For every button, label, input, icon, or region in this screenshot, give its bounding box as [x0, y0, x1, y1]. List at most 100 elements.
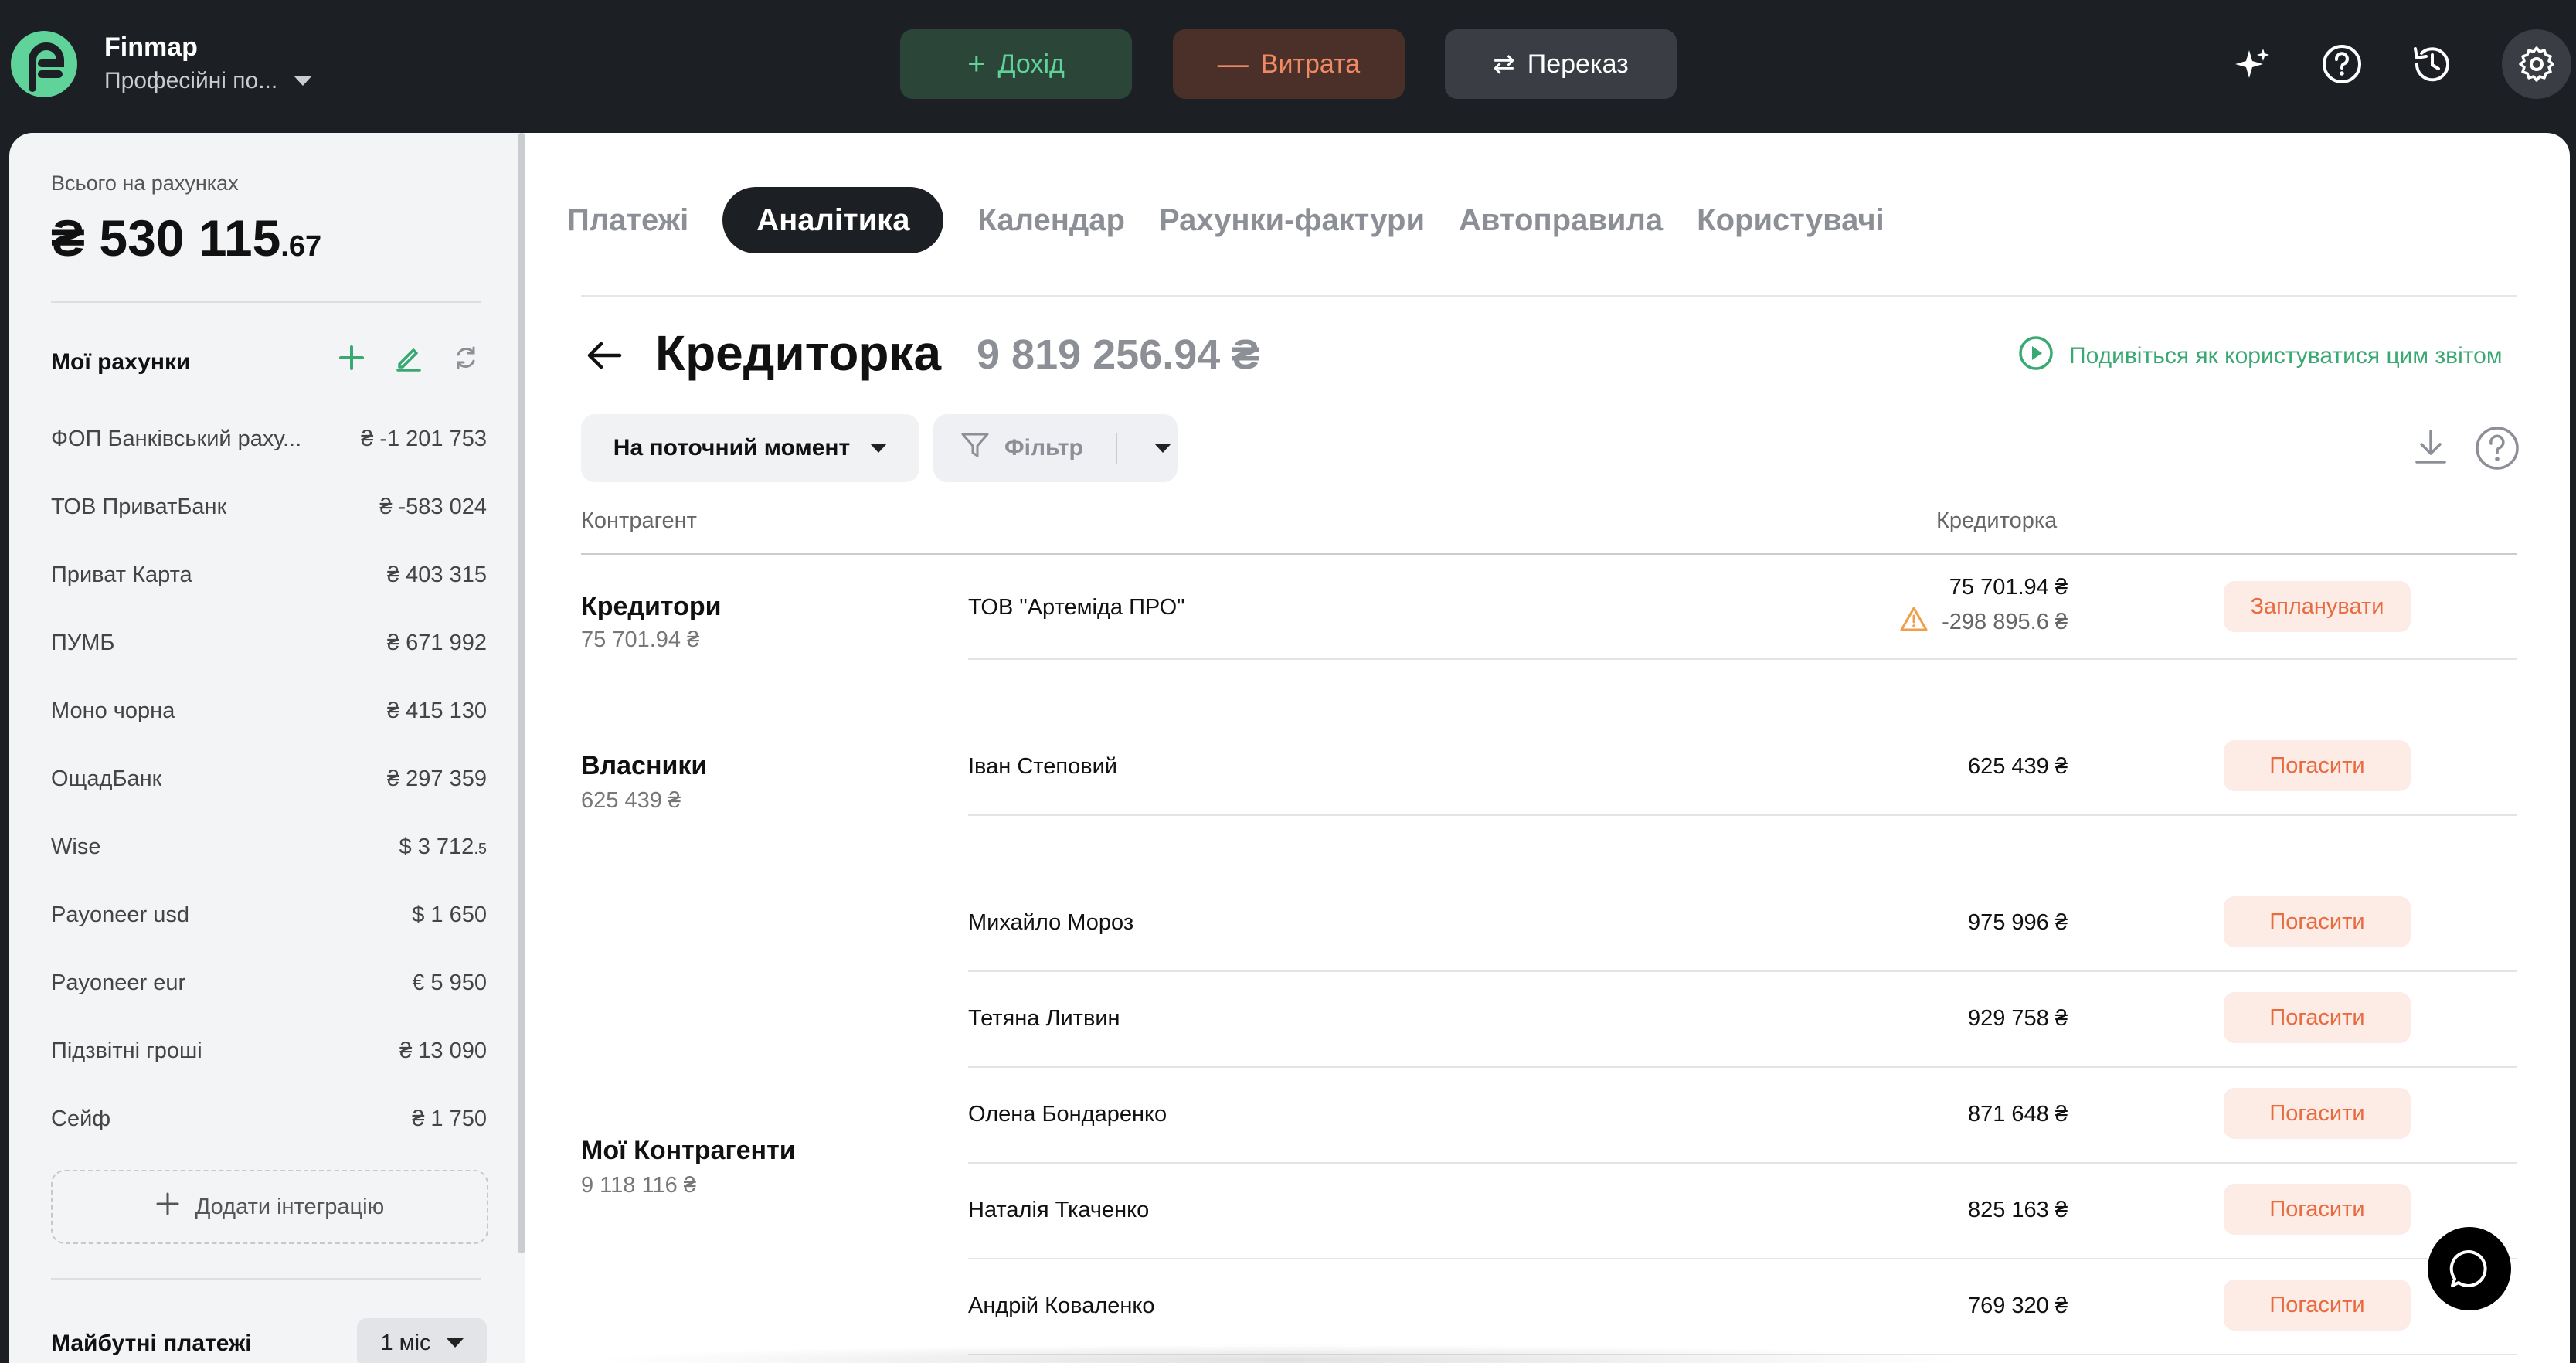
counterparty-name[interactable]: Олена Бондаренко	[968, 1102, 1167, 1127]
sidebar-scrollbar[interactable]	[518, 133, 525, 1253]
tab-users[interactable]: Користувачі	[1680, 187, 1901, 253]
plus-icon	[155, 1191, 180, 1222]
tab-invoices[interactable]: Рахунки-фактури	[1142, 187, 1442, 253]
account-row[interactable]: Payoneer usd $ 1 650	[51, 892, 487, 938]
account-balance: ₴ -583 024	[379, 494, 487, 519]
account-balance-fraction: .5	[474, 840, 487, 858]
add-transfer-button[interactable]: ⇄ Переказ	[1445, 29, 1677, 99]
repay-button[interactable]: Погасити	[2224, 992, 2411, 1043]
account-row[interactable]: ТОВ ПриватБанк ₴ -583 024	[51, 484, 487, 530]
group-title: Власники	[581, 751, 708, 780]
repay-button[interactable]: Погасити	[2224, 740, 2411, 791]
divider	[51, 1278, 481, 1280]
finmap-logo-icon[interactable]	[9, 29, 79, 99]
account-row[interactable]: ФОП Банківський раху... ₴ -1 201 753	[51, 416, 487, 462]
account-name: Wise	[51, 834, 101, 859]
download-icon[interactable]	[2409, 425, 2452, 468]
report-total: 9 819 256.94 ₴	[977, 331, 1260, 378]
account-row[interactable]: Підзвітні гроші ₴ 13 090	[51, 1028, 487, 1074]
chat-button[interactable]	[2428, 1227, 2511, 1310]
refresh-icon[interactable]	[448, 340, 484, 376]
credit-amount: 75 701.94 ₴	[1949, 575, 2068, 600]
page-title: Кредиторка	[655, 325, 942, 381]
divider	[581, 553, 2517, 555]
history-icon[interactable]	[2404, 36, 2461, 93]
account-name: ОщадБанк	[51, 766, 162, 791]
total-balance-label: Всього на рахунках	[51, 172, 239, 195]
tab-analytics[interactable]: Аналітика	[722, 187, 944, 253]
account-row[interactable]: ПУМБ ₴ 671 992	[51, 620, 487, 666]
brand-name: Finmap	[104, 32, 198, 62]
chevron-down-icon	[446, 1338, 464, 1348]
account-name: ТОВ ПриватБанк	[51, 494, 227, 519]
account-name: Payoneer eur	[51, 970, 186, 995]
company-name: Професійні по...	[104, 68, 278, 93]
repay-button[interactable]: Погасити	[2224, 1280, 2411, 1331]
repay-button[interactable]: Погасити	[2224, 1088, 2411, 1139]
counterparty-name[interactable]: Андрій Коваленко	[968, 1293, 1155, 1319]
counterparty-name[interactable]: ТОВ "Артеміда ПРО"	[968, 595, 1184, 620]
back-arrow-icon[interactable]	[581, 332, 627, 379]
help-icon[interactable]	[2313, 36, 2370, 93]
add-income-button[interactable]: + Дохід	[900, 29, 1132, 99]
account-row[interactable]: Wise $ 3 712.5	[51, 824, 487, 870]
chevron-down-icon[interactable]	[1154, 444, 1171, 453]
divider	[1115, 433, 1117, 464]
divider	[968, 970, 2517, 972]
how-to-use-label: Подивіться як користуватися цим звітом	[2069, 343, 2503, 369]
schedule-button[interactable]: Запланувати	[2224, 581, 2411, 632]
period-select[interactable]: На поточний момент	[581, 414, 919, 482]
account-name: Моно чорна	[51, 698, 175, 723]
top-bar: Finmap Професійні по... + Дохід — Витрат…	[0, 0, 2576, 133]
account-row[interactable]: Сейф ₴ 1 750	[51, 1096, 487, 1142]
counterparty-name[interactable]: Наталія Ткаченко	[968, 1198, 1149, 1223]
sparkle-icon[interactable]	[2224, 36, 2281, 93]
account-row[interactable]: Приват Карта ₴ 403 315	[51, 552, 487, 598]
future-period-select[interactable]: 1 міс	[357, 1318, 487, 1363]
counterparty-name[interactable]: Іван Степовий	[968, 754, 1117, 780]
repay-button[interactable]: Погасити	[2224, 896, 2411, 947]
transfer-arrows-icon: ⇄	[1493, 49, 1515, 79]
tab-calendar[interactable]: Календар	[960, 187, 1142, 253]
tab-autorules[interactable]: Автоправила	[1442, 187, 1680, 253]
divider	[968, 1066, 2517, 1068]
company-selector[interactable]: Професійні по...	[104, 68, 312, 94]
account-name: ПУМБ	[51, 630, 115, 655]
account-row[interactable]: Моно чорна ₴ 415 130	[51, 688, 487, 734]
account-balance: ₴ 403 315	[386, 562, 487, 587]
period-value: На поточний момент	[613, 435, 851, 461]
column-header-credit[interactable]: Кредиторка	[1936, 508, 2057, 534]
tab-payments[interactable]: Платежі	[567, 187, 705, 253]
group-sum: 625 439 ₴	[581, 788, 681, 813]
account-name: Підзвітні гроші	[51, 1038, 202, 1063]
counterparty-name[interactable]: Тетяна Литвин	[968, 1006, 1120, 1032]
repay-button[interactable]: Погасити	[2224, 1184, 2411, 1235]
minus-icon: —	[1217, 47, 1249, 81]
group-title: Мої Контрагенти	[581, 1136, 796, 1165]
edit-accounts-icon[interactable]	[391, 340, 427, 376]
account-name: Приват Карта	[51, 562, 192, 587]
credit-amount: 975 996 ₴	[1967, 910, 2068, 935]
plus-icon: +	[967, 47, 986, 81]
add-account-icon[interactable]	[334, 340, 369, 376]
account-row[interactable]: Payoneer eur € 5 950	[51, 960, 487, 1006]
gear-icon[interactable]	[2502, 29, 2571, 99]
counterparty-name[interactable]: Михайло Мороз	[968, 910, 1133, 936]
future-payments-title: Майбутні платежі	[51, 1331, 252, 1356]
credit-amount: 769 320 ₴	[1967, 1293, 2068, 1318]
add-expense-button[interactable]: — Витрата	[1173, 29, 1405, 99]
filter-button[interactable]: Фільтр	[933, 414, 1178, 482]
sidebar: Всього на рахунках ₴ 530 115.67 Мої раху…	[9, 133, 525, 1363]
column-header-counterparty[interactable]: Контрагент	[581, 508, 697, 534]
accounts-actions	[334, 340, 484, 376]
how-to-use-link[interactable]: Подивіться як користуватися цим звітом	[2018, 335, 2502, 377]
add-income-label: Дохід	[997, 49, 1065, 79]
account-balance: ₴ 13 090	[399, 1038, 487, 1063]
account-balance: $ 3 712.5	[399, 834, 487, 860]
section-tabs: Платежі Аналітика Календар Рахунки-факту…	[567, 187, 1901, 253]
add-integration-label: Додати інтеграцію	[195, 1194, 385, 1219]
help-icon[interactable]	[2474, 425, 2520, 471]
add-integration-button[interactable]: Додати інтеграцію	[51, 1170, 488, 1244]
account-row[interactable]: ОщадБанк ₴ 297 359	[51, 756, 487, 802]
total-balance-cents: .67	[280, 230, 322, 263]
